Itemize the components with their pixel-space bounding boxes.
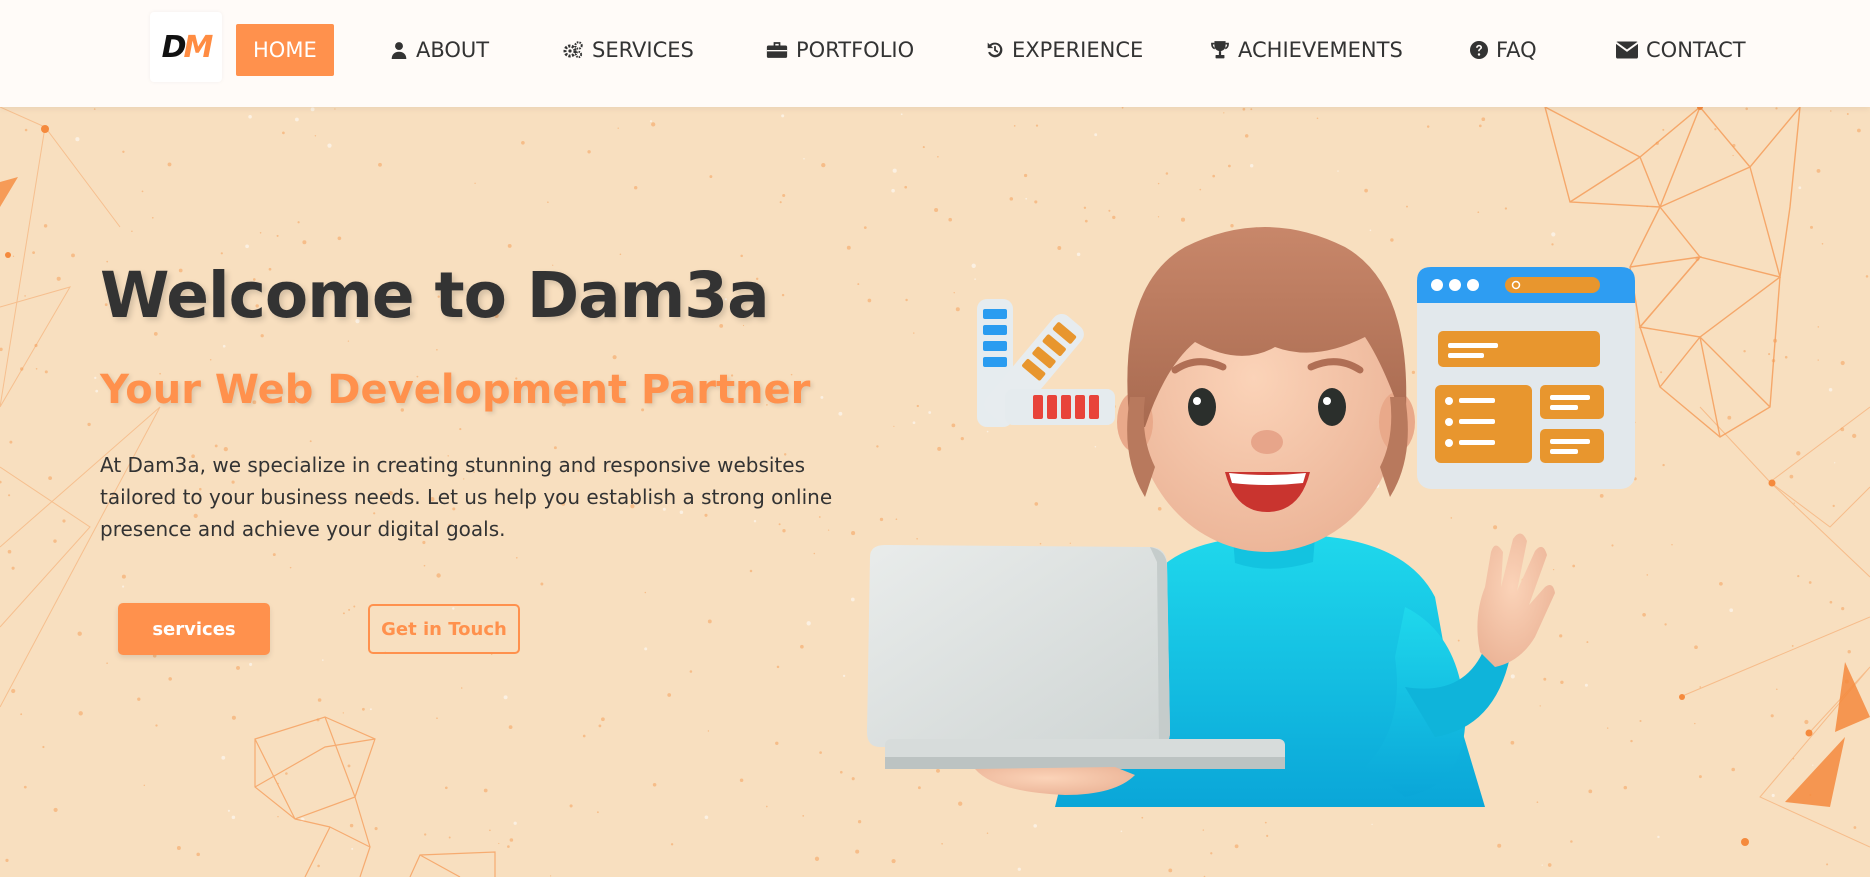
polygon-network-bottom-left	[254, 716, 496, 877]
get-in-touch-button[interactable]: Get in Touch	[368, 604, 520, 654]
history-icon	[987, 42, 1003, 58]
nav-services-label: SERVICES	[592, 38, 694, 62]
user-icon	[391, 42, 407, 59]
envelope-icon	[1616, 41, 1638, 59]
hero-description: At Dam3a, we specialize in creating stun…	[100, 453, 833, 541]
main-nav: HOME ABOUT SERVICES PORTFOLIO EXPERIENCE…	[0, 24, 1870, 76]
nav-contact[interactable]: CONTACT	[1616, 24, 1746, 76]
trophy-icon	[1211, 41, 1229, 59]
nav-achievements[interactable]: ACHIEVEMENTS	[1210, 24, 1403, 76]
nav-faq[interactable]: FAQ	[1470, 24, 1537, 76]
nav-experience-label: EXPERIENCE	[1012, 38, 1144, 62]
thin-lines-right	[1679, 406, 1870, 848]
browser-window-icon	[1417, 267, 1635, 489]
gears-icon	[563, 41, 583, 59]
nav-portfolio[interactable]: PORTFOLIO	[766, 24, 914, 76]
nav-faq-label: FAQ	[1496, 38, 1537, 62]
nav-experience[interactable]: EXPERIENCE	[986, 24, 1143, 76]
nav-portfolio-label: PORTFOLIO	[796, 38, 915, 62]
nav-home[interactable]: HOME	[236, 24, 334, 76]
hero-subtitle: Your Web Development Partner	[100, 367, 811, 413]
services-button[interactable]: services	[118, 603, 270, 655]
nav-contact-label: CONTACT	[1646, 38, 1746, 62]
nav-about-label: ABOUT	[416, 38, 490, 62]
nav-achievements-label: ACHIEVEMENTS	[1238, 38, 1403, 62]
nav-services[interactable]: SERVICES	[562, 24, 694, 76]
hero-title: Welcome to Dam3a	[100, 259, 770, 332]
navbar: DM HOME ABOUT SERVICES PORTFOLIO EXPERIE…	[0, 0, 1870, 107]
hero-section: Welcome to Dam3a Your Web Development Pa…	[0, 107, 1870, 877]
developer-illustration	[867, 227, 1635, 807]
color-swatch-icon	[977, 299, 1115, 427]
nav-about[interactable]: ABOUT	[390, 24, 489, 76]
briefcase-icon	[766, 42, 788, 58]
question-circle-icon	[1470, 41, 1488, 59]
nav-home-label: HOME	[253, 38, 317, 62]
